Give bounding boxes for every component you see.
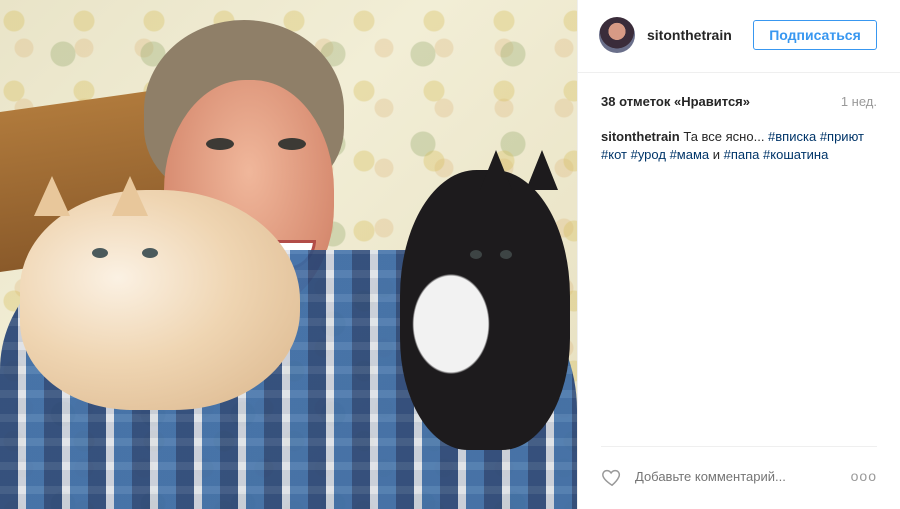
hashtag-link[interactable]: #урод xyxy=(631,147,666,162)
hashtag-link[interactable]: #кот xyxy=(601,147,627,162)
hashtag-link[interactable]: #мама xyxy=(670,147,710,162)
avatar[interactable] xyxy=(599,17,635,53)
orange-kitten-right-ear xyxy=(112,176,148,216)
caption-text: Та все ясно... xyxy=(679,129,769,144)
post-sidebar: sitonthetrain Подписаться 38 отметок «Нр… xyxy=(577,0,900,509)
person-left-eye xyxy=(206,138,234,150)
post-photo[interactable] xyxy=(0,0,577,509)
black-white-kitten xyxy=(400,150,570,450)
follow-button[interactable]: Подписаться xyxy=(753,20,877,50)
likes-count[interactable]: 38 отметок «Нравится» xyxy=(601,94,750,109)
black-kitten-right-eye xyxy=(500,250,512,259)
black-kitten-left-eye xyxy=(470,250,482,259)
post-caption: sitonthetrain Та все ясно... #вписка #пр… xyxy=(601,128,877,164)
comment-divider xyxy=(601,446,877,447)
likes-row: 38 отметок «Нравится» 1 нед. xyxy=(601,94,877,109)
caption-conjunction: и xyxy=(709,147,724,162)
more-options-icon[interactable]: ooo xyxy=(851,468,877,484)
black-kitten-right-ear xyxy=(526,150,558,190)
hashtag-link[interactable]: #приют xyxy=(820,129,864,144)
orange-kitten-right-eye xyxy=(142,248,158,258)
comment-input[interactable] xyxy=(633,468,837,485)
author-username[interactable]: sitonthetrain xyxy=(647,27,732,43)
post-header: sitonthetrain Подписаться xyxy=(578,0,900,73)
post-time[interactable]: 1 нед. xyxy=(841,94,877,109)
hashtag-link[interactable]: #вписка xyxy=(768,129,816,144)
hashtag-link[interactable]: #кошатина xyxy=(763,147,828,162)
orange-kitten-left-eye xyxy=(92,248,108,258)
orange-kitten xyxy=(20,176,300,410)
orange-kitten-left-ear xyxy=(34,176,70,216)
black-kitten-left-ear xyxy=(480,150,512,190)
heart-icon[interactable] xyxy=(601,466,623,488)
person-right-eye xyxy=(278,138,306,150)
hashtag-link[interactable]: #папа xyxy=(724,147,760,162)
caption-username[interactable]: sitonthetrain xyxy=(601,129,680,144)
comment-row: ooo xyxy=(601,462,877,490)
